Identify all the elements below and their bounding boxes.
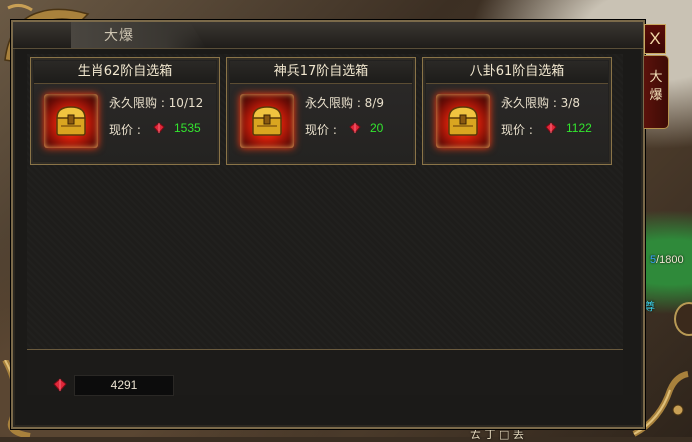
item-body: 永久限购 : 8/9 现价 : 20 (230, 84, 412, 161)
item-name: 八卦61阶自选箱 (426, 61, 608, 84)
close-button[interactable]: X (644, 24, 666, 54)
window-titlebar: 大爆 (13, 22, 643, 49)
side-tab-char: 爆 (649, 88, 663, 103)
shop-window: 大爆 生肖62阶自选箱 永久限购 : 10/12 现价 : 1535 神兵17阶… (11, 20, 645, 429)
item-slot[interactable] (44, 94, 98, 148)
item-name: 生肖62阶自选箱 (34, 61, 216, 84)
item-body: 永久限购 : 10/12 现价 : 1535 (34, 84, 216, 161)
price-value: 20 (370, 121, 384, 135)
item-body: 永久限购 : 3/8 现价 : 1122 (426, 84, 608, 161)
hp-readout: 5/1800 (650, 254, 684, 266)
purchase-limit: 永久限购 : 10/12 (109, 96, 204, 110)
item-name: 神兵17阶自选箱 (230, 61, 412, 84)
treasure-chest-icon (252, 106, 282, 136)
purchase-limit: 永久限购 : 8/9 (305, 96, 384, 110)
side-tab-char: 大 (649, 70, 663, 85)
treasure-chest-icon (56, 106, 86, 136)
red-gem-icon (53, 378, 67, 392)
price-value: 1535 (174, 121, 201, 135)
red-gem-icon (545, 122, 557, 134)
shop-item-card[interactable]: 神兵17阶自选箱 永久限购 : 8/9 现价 : 20 (226, 57, 416, 165)
price-label: 现价 : (501, 123, 533, 137)
window-title: 大爆 (104, 28, 134, 44)
red-gem-icon (349, 122, 361, 134)
purchase-limit: 永久限购 : 3/8 (501, 96, 580, 110)
treasure-chest-icon (448, 106, 478, 136)
side-tab-dabao[interactable]: 大 爆 (644, 55, 669, 129)
currency-balance: 4291 (74, 375, 174, 396)
price-label: 现价 : (305, 123, 337, 137)
price-value: 1122 (566, 121, 592, 135)
hp-text: /1800 (656, 254, 684, 266)
shop-item-card[interactable]: 生肖62阶自选箱 永久限购 : 10/12 现价 : 1535 (30, 57, 220, 165)
red-gem-icon (153, 122, 165, 134)
price-label: 现价 : (109, 123, 141, 137)
shop-item-card[interactable]: 八卦61阶自选箱 永久限购 : 3/8 现价 : 1122 (422, 57, 612, 165)
title-tab (71, 22, 206, 48)
item-slot[interactable] (436, 94, 490, 148)
item-slot[interactable] (240, 94, 294, 148)
